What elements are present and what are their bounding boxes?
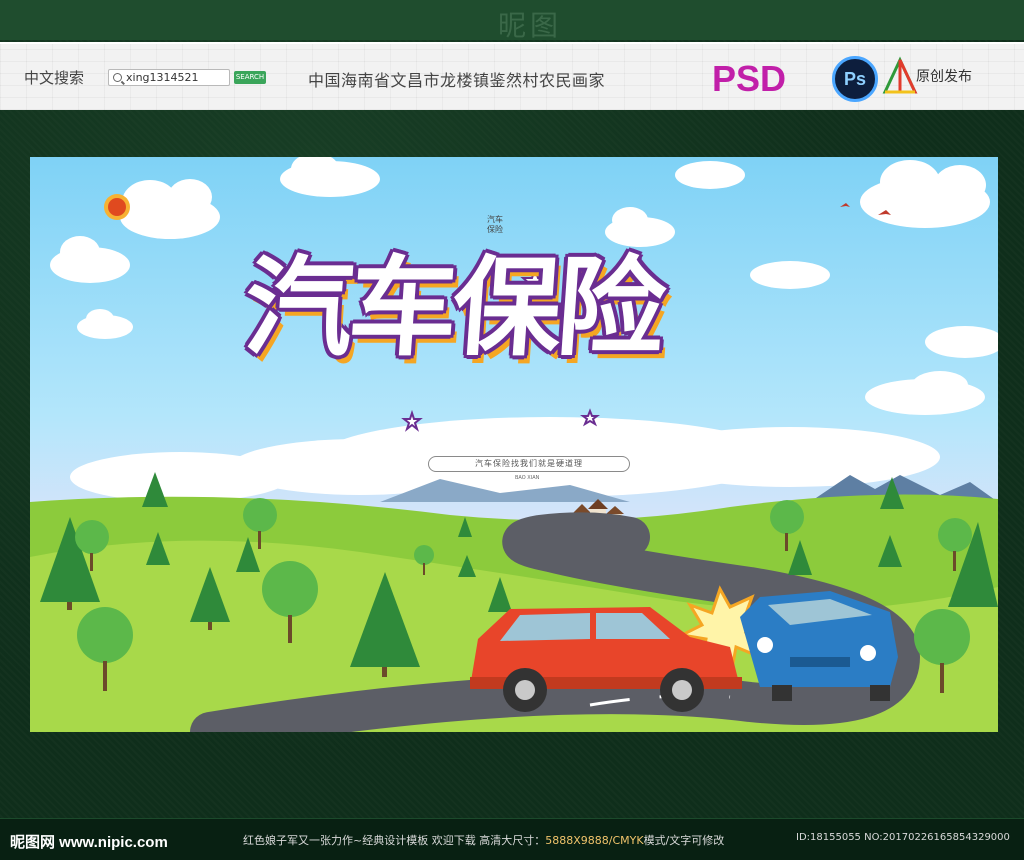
footer-size: 5888X9888/CMYK (545, 834, 644, 847)
cloud (280, 157, 380, 197)
watermark-glyph: 昵图 (497, 9, 562, 42)
top-strip: 昵图 (0, 0, 1024, 42)
poster-slogan: 汽车保险找我们就是硬道理 (428, 456, 630, 472)
sun (104, 194, 130, 220)
psd-format-badge: PSD (712, 58, 787, 99)
footer-description: 红色娘子军又一张力作~经典设计模板 欢迎下载 高清大尺寸：5888X9888/C… (243, 832, 724, 848)
search-icon (113, 73, 122, 82)
footer-id: ID:18155055 NO:20170226165854329000 (796, 832, 1010, 843)
search-button[interactable]: SEARCH (234, 71, 266, 84)
cloud (70, 452, 290, 502)
author-title: 中国海南省文昌市龙楼镇鉴然村农民画家 (308, 71, 606, 90)
blue-car (740, 591, 898, 701)
cloud (77, 309, 133, 339)
original-release-label: 原创发布 (916, 69, 972, 85)
poster-small-caption: BAO XIAN (515, 475, 540, 481)
cloud (120, 179, 220, 239)
small-logo-line: 汽车 (487, 215, 503, 224)
small-logo-line: 保险 (487, 225, 503, 234)
poster-image: 汽车 保险 汽车保险 汽车保险找我们就是硬道理 BAO XIAN (30, 157, 998, 732)
footer-description-suffix: 模式/文字可修改 (643, 834, 725, 847)
search-label: 中文搜索 (24, 69, 85, 87)
cloud (860, 160, 990, 228)
poster-scene (30, 157, 998, 732)
triangle-logo-icon (882, 56, 918, 94)
cloud (605, 207, 675, 247)
cloud (675, 161, 745, 189)
poster-main-title: 汽车保险 (240, 246, 666, 371)
footer-description-prefix: 红色娘子军又一张力作~经典设计模板 欢迎下载 高清大尺寸： (243, 834, 546, 847)
cloud (925, 326, 998, 358)
search-input-value: xing1314521 (126, 71, 199, 84)
search-input[interactable]: xing1314521 (108, 69, 230, 86)
small-logo: 汽车 保险 (487, 215, 503, 235)
site-logo[interactable]: 昵图网 www.nipic.com (10, 831, 168, 852)
cloud (865, 371, 985, 415)
photoshop-icon: Ps (832, 56, 878, 102)
cloud (750, 261, 830, 289)
cloud (50, 236, 130, 283)
footer-bar: 昵图网 www.nipic.com 红色娘子军又一张力作~经典设计模板 欢迎下载… (0, 818, 1024, 860)
